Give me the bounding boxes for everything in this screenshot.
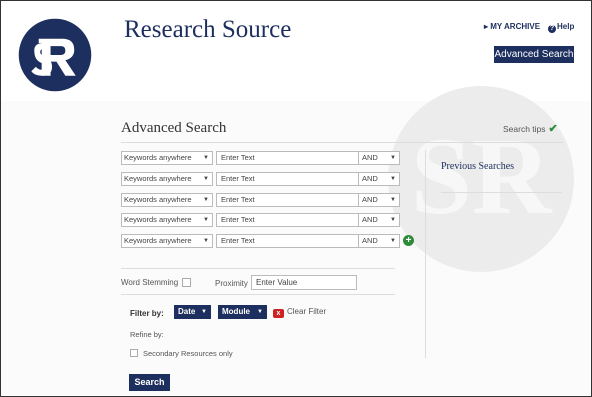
field-select-value: Keywords anywhere — [124, 215, 192, 224]
help-label: Help — [557, 22, 575, 31]
divider — [121, 294, 395, 295]
chevron-down-icon: ▼ — [390, 197, 396, 203]
divider — [441, 192, 562, 193]
field-select-value: Keywords anywhere — [124, 236, 192, 245]
previous-searches-heading: Previous Searches — [441, 161, 515, 172]
search-tips-link[interactable]: Search tips ✔ — [503, 122, 558, 135]
word-stemming-checkbox[interactable] — [182, 278, 191, 287]
operator-value: AND — [362, 215, 378, 224]
field-select-value: Keywords anywhere — [124, 153, 192, 162]
clear-filter-link[interactable]: x Clear Filter — [273, 307, 326, 318]
chevron-down-icon: ▼ — [203, 217, 209, 223]
operator-select[interactable]: AND ▼ — [358, 151, 400, 165]
search-text-input[interactable]: Enter Text — [216, 234, 359, 248]
close-icon: x — [273, 309, 284, 318]
filter-by-label: Filter by: — [130, 309, 164, 318]
refine-by-label: Refine by: — [130, 330, 164, 339]
module-filter-button[interactable]: Module ▼ — [218, 305, 267, 319]
operator-value: AND — [362, 236, 378, 245]
advanced-search-nav-button[interactable]: Advanced Search — [494, 46, 574, 63]
word-stemming-label: Word Stemming — [121, 278, 179, 287]
chevron-down-icon: ▼ — [390, 217, 396, 223]
clear-filter-label: Clear Filter — [287, 307, 327, 316]
search-text-input[interactable]: Enter Text — [216, 193, 359, 207]
operator-value: AND — [362, 195, 378, 204]
module-filter-label: Module — [222, 307, 250, 316]
chevron-down-icon: ▼ — [203, 155, 209, 161]
operator-value: AND — [362, 153, 378, 162]
divider — [121, 268, 395, 269]
search-text-input[interactable]: Enter Text — [216, 213, 359, 227]
chevron-down-icon: ▼ — [201, 309, 207, 315]
add-row-icon[interactable]: + — [403, 235, 414, 246]
proximity-label: Proximity — [215, 279, 248, 288]
chevron-down-icon: ▼ — [390, 176, 396, 182]
operator-value: AND — [362, 174, 378, 183]
search-text-input[interactable]: Enter Text — [216, 151, 359, 165]
chevron-down-icon: ▼ — [203, 176, 209, 182]
chevron-down-icon: ▼ — [390, 238, 396, 244]
secondary-resources-label: Secondary Resources only — [143, 349, 233, 358]
my-archive-link[interactable]: ▸ MY ARCHIVE — [484, 22, 540, 31]
search-text-input[interactable]: Enter Text — [216, 172, 359, 186]
watermark-logo: SR — [388, 86, 574, 272]
divider — [121, 142, 563, 143]
chevron-down-icon: ▼ — [257, 309, 263, 315]
date-filter-button[interactable]: Date ▼ — [174, 305, 211, 319]
chevron-down-icon: ▼ — [390, 155, 396, 161]
field-select[interactable]: Keywords anywhere ▼ — [121, 151, 213, 165]
watermark-letters: SR — [410, 115, 552, 237]
proximity-input[interactable]: Enter Value — [251, 275, 357, 290]
field-select[interactable]: Keywords anywhere ▼ — [121, 193, 213, 207]
field-select[interactable]: Keywords anywhere ▼ — [121, 172, 213, 186]
secondary-resources-checkbox[interactable] — [130, 349, 138, 357]
checkmark-icon: ✔ — [548, 123, 558, 135]
operator-select[interactable]: AND ▼ — [358, 213, 400, 227]
field-select[interactable]: Keywords anywhere ▼ — [121, 213, 213, 227]
search-tips-label: Search tips — [503, 124, 546, 134]
site-logo[interactable] — [18, 18, 92, 92]
page-title: Advanced Search — [121, 120, 227, 136]
site-title[interactable]: Research Source — [124, 16, 291, 44]
operator-select[interactable]: AND ▼ — [358, 172, 400, 186]
operator-select[interactable]: AND ▼ — [358, 193, 400, 207]
chevron-down-icon: ▼ — [203, 238, 209, 244]
search-button[interactable]: Search — [129, 374, 170, 391]
field-select[interactable]: Keywords anywhere ▼ — [121, 234, 213, 248]
field-select-value: Keywords anywhere — [124, 195, 192, 204]
date-filter-label: Date — [178, 307, 196, 316]
field-select-value: Keywords anywhere — [124, 174, 192, 183]
column-divider — [425, 150, 426, 358]
help-link[interactable]: ? Help — [548, 22, 574, 33]
help-icon: ? — [548, 25, 556, 33]
chevron-down-icon: ▼ — [203, 197, 209, 203]
operator-select[interactable]: AND ▼ — [358, 234, 400, 248]
